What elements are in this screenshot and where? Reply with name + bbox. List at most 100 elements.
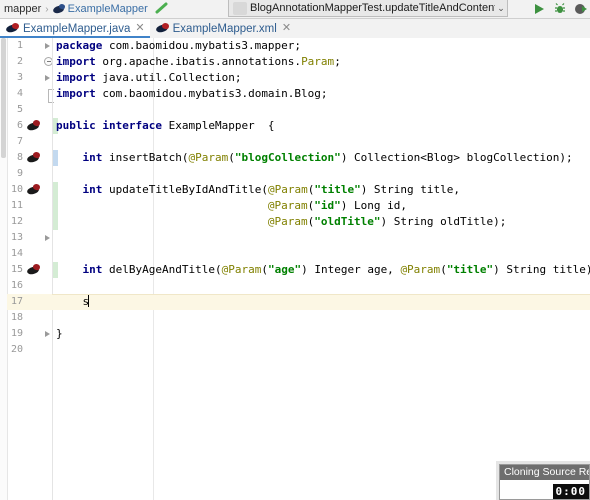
code-line[interactable]: s bbox=[52, 294, 590, 310]
mapper-statement-icon[interactable] bbox=[27, 184, 40, 196]
code-editor[interactable]: 1 2 3 4 5 6 7 8 9 10 11 12 13 14 15 16 17 18 19 20 package … bbox=[0, 38, 590, 500]
code-line[interactable]: int insertBatch(@Param("blogCollection")… bbox=[52, 150, 590, 166]
gutter-row[interactable]: 9 bbox=[7, 166, 52, 182]
line-number: 5 bbox=[16, 104, 23, 115]
editor-code-area[interactable]: package com.baomidou.mybatis3.mapper; imp… bbox=[52, 38, 590, 500]
gutter-row[interactable]: 8 bbox=[7, 150, 58, 166]
code-line[interactable] bbox=[52, 134, 590, 150]
gutter-row[interactable]: 7 bbox=[7, 134, 52, 150]
breadcrumb-separator: › bbox=[45, 3, 49, 15]
code-token: @Param bbox=[267, 199, 308, 212]
code-line[interactable]: public interface ExampleMapper { bbox=[52, 118, 590, 134]
gutter-row[interactable]: 18 bbox=[7, 310, 52, 326]
code-token: updateTitleByIdAndTitle( bbox=[102, 183, 268, 196]
code-token: "title" bbox=[446, 263, 494, 276]
code-line[interactable]: package com.baomidou.mybatis3.mapper; bbox=[52, 38, 590, 54]
gutter-row[interactable]: 20 bbox=[7, 342, 52, 358]
gutter-row[interactable]: 3 bbox=[7, 70, 52, 86]
code-line[interactable] bbox=[52, 246, 590, 262]
line-number: 14 bbox=[10, 248, 23, 259]
mapper-statement-icon[interactable] bbox=[27, 120, 40, 132]
code-token: ( bbox=[261, 263, 268, 276]
run-with-coverage-icon[interactable] bbox=[574, 2, 588, 16]
gutter-row[interactable]: 12 bbox=[7, 214, 58, 230]
code-line[interactable] bbox=[52, 230, 590, 246]
run-configuration-selector[interactable]: BlogAnnotationMapperTest.updateTitleAndC… bbox=[228, 0, 508, 17]
fold-expand-icon[interactable] bbox=[45, 235, 50, 241]
cloning-source-dialog[interactable]: Cloning Source Re 0:00 bbox=[499, 464, 590, 500]
run-configuration-icon bbox=[233, 1, 247, 15]
gutter-row[interactable]: 15 bbox=[7, 262, 58, 278]
line-number: 7 bbox=[16, 136, 23, 147]
gutter-row[interactable]: 19 bbox=[7, 326, 52, 342]
code-token: ) String oldTitle); bbox=[380, 215, 507, 228]
code-token: "blogCollection" bbox=[234, 151, 341, 164]
code-token: ) Long id, bbox=[340, 199, 408, 212]
code-line[interactable]: import java.util.Collection; bbox=[52, 70, 590, 86]
code-token: ) String title); bbox=[493, 263, 590, 276]
fold-expand-icon[interactable] bbox=[45, 331, 50, 337]
gutter-row[interactable]: 1 bbox=[7, 38, 52, 54]
code-line[interactable] bbox=[52, 102, 590, 118]
mapper-statement-icon[interactable] bbox=[27, 264, 40, 276]
code-token: int bbox=[82, 183, 103, 196]
scrollbar-thumb[interactable] bbox=[1, 38, 6, 158]
text-caret bbox=[88, 295, 90, 307]
code-token: "oldTitle" bbox=[314, 215, 381, 228]
code-line[interactable]: @Param("id") Long id, bbox=[52, 198, 590, 214]
code-token: ( bbox=[228, 151, 235, 164]
line-number: 20 bbox=[10, 344, 23, 355]
code-line[interactable] bbox=[52, 310, 590, 326]
tab-label: ExampleMapper.java bbox=[23, 22, 131, 35]
breadcrumb-toolbar: mapper › ExampleMapper BlogAnnotationMap… bbox=[0, 0, 590, 19]
code-token: import bbox=[56, 55, 96, 68]
tab-example-mapper-java[interactable]: ExampleMapper.java ✕ bbox=[0, 19, 150, 38]
code-line[interactable]: @Param("oldTitle") String oldTitle); bbox=[52, 214, 590, 230]
code-line[interactable] bbox=[52, 166, 590, 182]
gutter-row[interactable]: 14 bbox=[7, 246, 52, 262]
dialog-body: 0:00 bbox=[500, 480, 589, 499]
gutter-row[interactable]: 6 bbox=[7, 118, 58, 134]
breadcrumb-package[interactable]: mapper bbox=[4, 3, 41, 15]
gutter-row[interactable]: 2 bbox=[7, 54, 53, 70]
gutter-row[interactable]: 11 bbox=[7, 198, 58, 214]
editor-gutter[interactable]: 1 2 3 4 5 6 7 8 9 10 11 12 13 14 15 16 17 18 19 20 bbox=[7, 38, 58, 500]
chevron-down-icon[interactable]: ⌄ bbox=[495, 3, 507, 14]
run-icon[interactable] bbox=[532, 2, 546, 16]
fold-expand-icon[interactable] bbox=[45, 43, 50, 49]
debug-icon[interactable] bbox=[553, 2, 567, 16]
fold-expand-icon[interactable] bbox=[45, 75, 50, 81]
gutter-row[interactable]: 17 bbox=[7, 294, 58, 310]
code-line[interactable]: int updateTitleByIdAndTitle(@Param("titl… bbox=[52, 182, 590, 198]
code-token: com.baomidou.mybatis3.domain.Blog; bbox=[95, 87, 328, 100]
gutter-row[interactable]: 13 bbox=[7, 230, 52, 246]
code-token: } bbox=[56, 327, 63, 340]
code-token: int bbox=[82, 263, 103, 276]
gutter-row[interactable]: 5 bbox=[7, 102, 52, 118]
mybatis-mapper-icon bbox=[53, 4, 65, 15]
code-token: int bbox=[82, 151, 103, 164]
close-icon[interactable]: ✕ bbox=[134, 23, 144, 34]
code-line[interactable]: } bbox=[52, 326, 590, 342]
gutter-row[interactable]: 10 bbox=[7, 182, 58, 198]
code-line[interactable]: import org.apache.ibatis.annotations.Par… bbox=[52, 54, 590, 70]
code-token: @Param bbox=[267, 215, 308, 228]
breadcrumb-class[interactable]: ExampleMapper bbox=[68, 3, 148, 15]
close-icon[interactable]: ✕ bbox=[281, 23, 291, 34]
tab-example-mapper-xml[interactable]: ExampleMapper.xml ✕ bbox=[150, 19, 296, 38]
code-line[interactable] bbox=[52, 342, 590, 358]
code-token: "id" bbox=[314, 199, 341, 212]
line-number: 18 bbox=[10, 312, 23, 323]
mapper-statement-icon[interactable] bbox=[27, 152, 40, 164]
code-line[interactable]: import com.baomidou.mybatis3.domain.Blog… bbox=[52, 86, 590, 102]
dialog-title: Cloning Source Re bbox=[500, 465, 589, 480]
gutter-row[interactable]: 16 bbox=[7, 278, 52, 294]
code-line[interactable]: int delByAgeAndTitle(@Param("age") Integ… bbox=[52, 262, 590, 278]
gutter-row[interactable]: 4 bbox=[7, 86, 54, 103]
code-token: package bbox=[56, 39, 103, 52]
code-line[interactable] bbox=[52, 278, 590, 294]
